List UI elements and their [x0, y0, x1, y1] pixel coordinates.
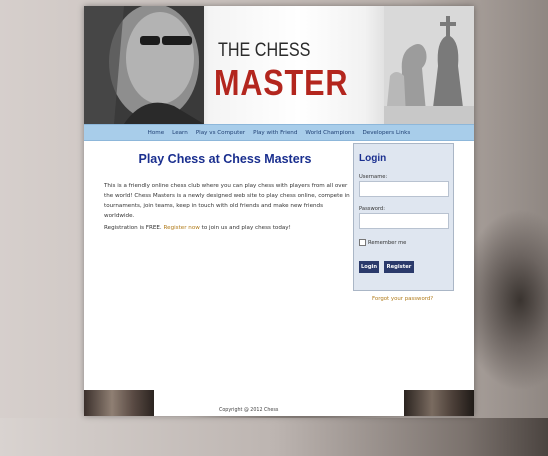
registration-suffix: to join us and play chess today!	[201, 225, 291, 231]
remember-me[interactable]: Remember me	[359, 239, 406, 246]
username-label: Username:	[359, 174, 388, 180]
main-navigation: Home Learn Play vs Computer Play with Fr…	[84, 124, 474, 141]
username-input[interactable]	[359, 181, 449, 197]
page-title: Play Chess at Chess Masters	[138, 152, 312, 166]
password-input[interactable]	[359, 213, 449, 229]
intro-paragraph: This is a friendly online chess club whe…	[104, 183, 350, 219]
forgot-password-link[interactable]: Forgot your password?	[372, 296, 433, 302]
registration-prefix: Registration is FREE.	[104, 225, 162, 231]
nav-item-play-with-friend[interactable]: Play with Friend	[253, 130, 297, 136]
nav-item-developers-links[interactable]: Developers Links	[363, 130, 411, 136]
nav-item-world-champions[interactable]: World Champions	[305, 130, 354, 136]
nav-item-learn[interactable]: Learn	[172, 130, 188, 136]
footer-image-right	[404, 390, 474, 416]
registration-paragraph: Registration is FREE. Register now to jo…	[104, 225, 352, 231]
page-container: THE CHESS MASTER Home Learn Play vs Comp…	[84, 6, 474, 416]
register-now-link[interactable]: Register now	[164, 225, 200, 231]
checkbox-icon[interactable]	[359, 239, 366, 246]
login-button[interactable]: Login	[359, 261, 379, 273]
portrait-image	[84, 6, 204, 124]
footer-image-left	[84, 390, 154, 416]
chess-pieces-image	[384, 6, 474, 124]
copyright-text: Copyright @ 2012 Chess	[219, 408, 279, 413]
header-banner: THE CHESS MASTER	[84, 6, 474, 124]
background-photo-bottom	[0, 418, 548, 456]
logo-line1: THE CHESS	[218, 40, 311, 61]
remember-me-label: Remember me	[368, 239, 407, 246]
nav-item-play-vs-computer[interactable]: Play vs Computer	[196, 130, 245, 136]
password-label: Password:	[359, 206, 385, 212]
login-title: Login	[359, 153, 387, 164]
register-button[interactable]: Register	[384, 261, 414, 273]
logo-line2: MASTER	[214, 62, 349, 103]
nav-item-home[interactable]: Home	[148, 130, 165, 136]
